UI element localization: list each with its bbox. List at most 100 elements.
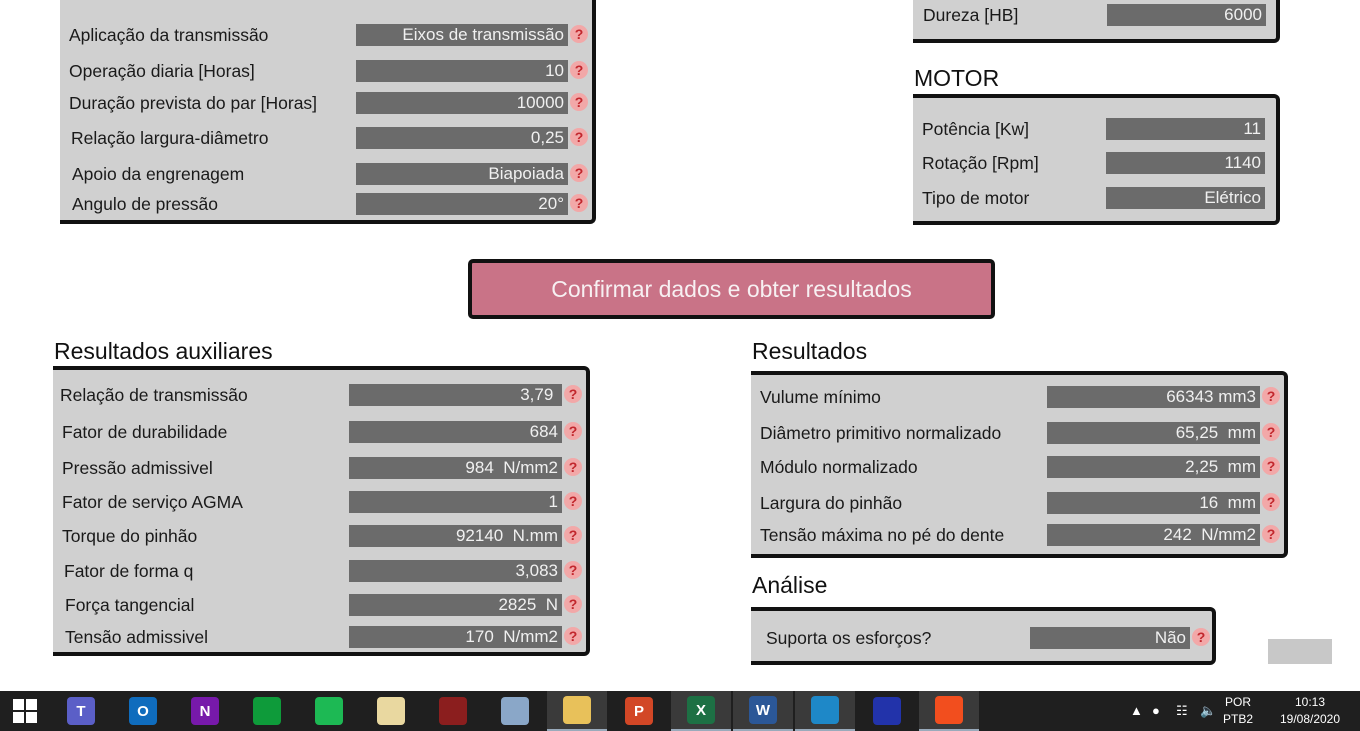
aux-result-label: Torque do pinhão [62,526,198,546]
input-value-field[interactable]: Eixos de transmissão [356,24,568,46]
material-label: Dureza [HB] [923,5,1019,25]
start-button[interactable] [0,691,50,731]
help-icon[interactable]: ? [564,422,582,440]
input-value-field[interactable]: 10000 [356,92,568,114]
aux-result-value-field[interactable]: 92140 N.mm [349,525,562,547]
store-icon [253,697,281,725]
help-icon[interactable]: ? [564,627,582,645]
calculator-icon [501,697,529,725]
aux-result-row: Relação de transmissão 3,79 ? [53,383,586,407]
help-icon[interactable]: ? [1262,387,1280,405]
help-icon[interactable]: ? [570,93,588,111]
onenote-taskbar-button[interactable]: N [175,691,235,731]
scroll-placeholder-box [1268,639,1332,664]
motor-value-field[interactable]: 1140 [1106,152,1265,174]
results-title: Resultados [752,338,868,364]
cloud-sync-icon[interactable]: ● [1152,703,1160,718]
clock[interactable]: 10:13 19/08/2020 [1270,695,1350,726]
input-label: Relação largura-diâmetro [71,128,269,148]
help-icon[interactable]: ? [1262,525,1280,543]
aux-result-row: Fator de durabilidade 684? [53,420,586,444]
aux-result-value-field[interactable]: 684 [349,421,562,443]
help-icon[interactable]: ? [564,595,582,613]
word-taskbar-button[interactable]: W [733,691,793,731]
network-icon[interactable]: ☷ [1176,703,1188,719]
onenote-icon: N [191,697,219,725]
word-icon: W [749,696,777,724]
help-icon[interactable]: ? [564,458,582,476]
festo-fluidsim-taskbar-button[interactable] [857,691,917,731]
result-label: Módulo normalizado [760,457,918,477]
help-icon[interactable]: ? [570,61,588,79]
confirm-results-button[interactable]: Confirmar dados e obter resultados [468,259,995,319]
help-icon[interactable]: ? [1262,423,1280,441]
edge-taskbar-button[interactable] [795,691,855,731]
aux-result-value-field[interactable]: 170 N/mm2 [349,626,562,648]
figma-taskbar-button[interactable] [919,691,979,731]
terminal-app-taskbar-button[interactable] [423,691,483,731]
help-icon[interactable]: ? [1262,493,1280,511]
result-value-field[interactable]: 242 N/mm2 [1047,524,1260,546]
motor-row: Rotação [Rpm] 1140 [913,151,1276,175]
result-value-field[interactable]: 66343 mm3 [1047,386,1260,408]
spotify-taskbar-button[interactable] [299,691,359,731]
help-icon[interactable]: ? [564,526,582,544]
input-row: Apoio da engrenagem Biapoiada? [60,162,592,186]
motor-label: Tipo de motor [922,188,1030,208]
file-explorer-taskbar-button[interactable] [547,691,607,731]
aux-result-label: Fator de durabilidade [62,422,228,442]
help-icon[interactable]: ? [1262,457,1280,475]
result-label: Vulume mínimo [760,387,881,407]
help-icon[interactable]: ? [570,164,588,182]
paint-taskbar-button[interactable] [361,691,421,731]
help-icon[interactable]: ? [570,25,588,43]
result-value-field[interactable]: 65,25 mm [1047,422,1260,444]
motor-label: Potência [Kw] [922,119,1029,139]
aux-result-value-field[interactable]: 2825 N [349,594,562,616]
aux-result-value-field[interactable]: 3,083 [349,560,562,582]
aux-result-value-field[interactable]: 1 [349,491,562,513]
calculator-taskbar-button[interactable] [485,691,545,731]
store-taskbar-button[interactable] [237,691,297,731]
help-icon[interactable]: ? [570,194,588,212]
material-value-field[interactable]: 6000 [1107,4,1266,26]
result-value-field[interactable]: 2,25 mm [1047,456,1260,478]
outlook-taskbar-button[interactable]: O [113,691,173,731]
help-icon[interactable]: ? [564,385,582,403]
help-icon[interactable]: ? [564,561,582,579]
motor-value-field[interactable]: 11 [1106,118,1265,140]
input-label: Angulo de pressão [72,194,218,214]
motor-row: Tipo de motor Elétrico [913,186,1276,210]
analysis-label: Suporta os esforços? [766,628,932,648]
system-tray: ▲ ● ☷ 🔈 POR PTB2 10:13 19/08/2020 [1130,691,1360,731]
motor-section-title: MOTOR [914,65,1000,91]
input-value-field[interactable]: 20° [356,193,568,215]
aux-result-value-field[interactable]: 3,79 [349,384,562,406]
motor-value-field[interactable]: Elétrico [1106,187,1265,209]
volume-icon[interactable]: 🔈 [1200,703,1216,719]
teams-taskbar-button[interactable]: T [51,691,111,731]
aux-result-row: Força tangencial 2825 N? [53,593,586,617]
input-row: Angulo de pressão 20°? [60,192,592,216]
help-icon[interactable]: ? [564,492,582,510]
excel-taskbar-button[interactable]: X [671,691,731,731]
result-row: Módulo normalizado 2,25 mm? [751,455,1284,479]
spotify-icon [315,697,343,725]
show-hidden-icons-icon[interactable]: ▲ [1130,703,1143,718]
result-value-field[interactable]: 16 mm [1047,492,1260,514]
figma-icon [935,696,963,724]
aux-result-row: Fator de forma q 3,083? [53,559,586,583]
help-icon[interactable]: ? [570,128,588,146]
aux-result-value-field[interactable]: 984 N/mm2 [349,457,562,479]
analysis-value-field[interactable]: Não [1030,627,1190,649]
help-icon[interactable]: ? [1192,628,1210,646]
input-value-field[interactable]: 10 [356,60,568,82]
powerpoint-taskbar-button[interactable]: P [609,691,669,731]
aux-result-label: Fator de forma q [64,561,194,581]
language-indicator[interactable]: POR PTB2 [1220,695,1256,726]
input-value-field[interactable]: 0,25 [356,127,568,149]
material-panel: Dureza [HB] 6000 [913,0,1280,43]
input-value-field[interactable]: Biapoiada [356,163,568,185]
material-row: Dureza [HB] 6000 [913,3,1276,27]
input-label: Duração prevista do par [Horas] [69,93,318,113]
